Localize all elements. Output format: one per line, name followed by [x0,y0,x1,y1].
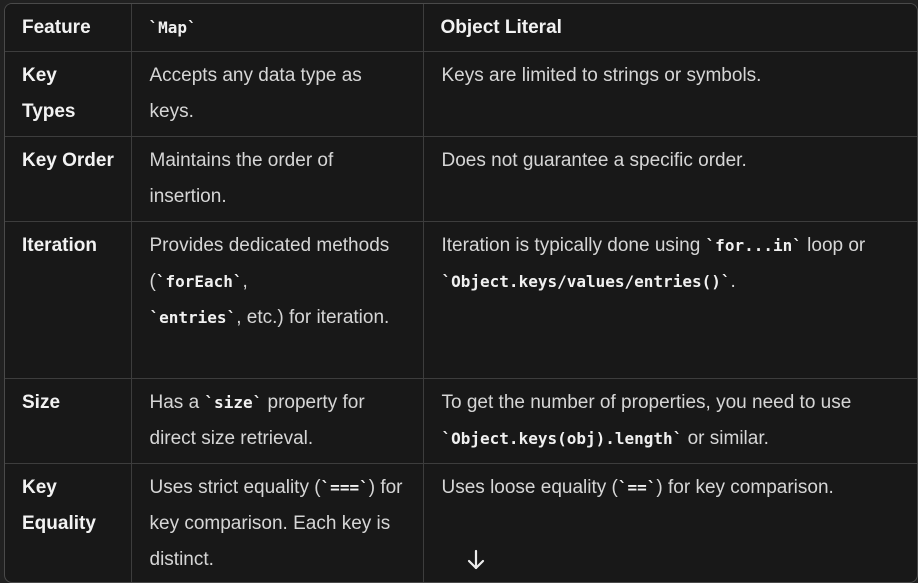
page: Feature `Map` Object Literal Key Types A… [0,0,918,583]
cell-text: . [730,270,736,292]
row-map-cell: Provides dedicated methods (`forEach`, `… [131,221,424,379]
cell-text: , etc.) for iteration. [236,306,390,328]
table-row: Size Has a `size` property for direct si… [5,378,917,464]
header-map: `Map` [131,4,424,52]
table-row: Key Order Maintains the order of inserti… [5,136,917,222]
comparison-table: Feature `Map` Object Literal Key Types A… [5,4,917,582]
row-feature-cell: Iteration [5,221,132,379]
inline-code: `Object.keys/values/entries()` [441,271,731,291]
row-map-cell: Maintains the order of insertion. [131,136,424,222]
inline-code: `===` [320,477,369,497]
inline-code: `size` [204,392,263,412]
row-object-cell: Does not guarantee a specific order. [423,136,917,222]
row-object-cell: To get the number of properties, you nee… [423,378,917,464]
row-feature-cell: Key Order [5,136,132,222]
arrow-down-icon [467,549,485,570]
inline-code: `entries` [149,307,237,327]
row-map-cell: Accepts any data type as keys. [131,51,424,137]
table-header: Feature `Map` Object Literal [5,4,917,52]
cell-text: ) for key comparison. [656,476,834,498]
row-feature-cell: Key Types [5,51,132,137]
row-object-cell: Uses loose equality (`==`) for key compa… [423,463,917,582]
scroll-to-bottom-button[interactable] [463,547,489,573]
cell-text: Iteration is typically done using [441,234,706,256]
cell-text: or similar. [682,427,769,449]
header-row: Feature `Map` Object Literal [5,4,917,52]
header-feature: Feature [5,4,132,52]
table-row: Iteration Provides dedicated methods (`f… [5,221,917,379]
row-map-cell: Has a `size` property for direct size re… [131,378,424,464]
cell-text: Uses loose equality ( [441,476,618,498]
row-feature-cell: Key Equality [5,463,132,582]
header-map-code: `Map` [148,18,197,37]
cell-text: Has a [149,391,205,413]
header-object-literal: Object Literal [423,4,917,52]
inline-code: `forEach` [155,271,243,291]
table-body: Key Types Accepts any data type as keys.… [5,51,917,582]
comparison-table-card: Feature `Map` Object Literal Key Types A… [4,3,918,583]
inline-code: `==` [617,477,657,497]
inline-code: `Object.keys(obj).length` [441,428,683,448]
inline-code: `for...in` [705,235,802,255]
row-object-cell: Keys are limited to strings or symbols. [423,51,917,137]
cell-text: , [242,270,248,292]
cell-text: To get the number of properties, you nee… [441,391,852,413]
cell-text: loop or [801,234,866,256]
row-object-cell: Iteration is typically done using `for..… [423,221,917,379]
table-row: Key Types Accepts any data type as keys.… [5,51,917,137]
cell-text: Uses strict equality ( [149,476,321,498]
row-feature-cell: Size [5,378,132,464]
row-map-cell: Uses strict equality (`===`) for key com… [131,463,424,582]
table-row: Key Equality Uses strict equality (`===`… [5,463,917,582]
